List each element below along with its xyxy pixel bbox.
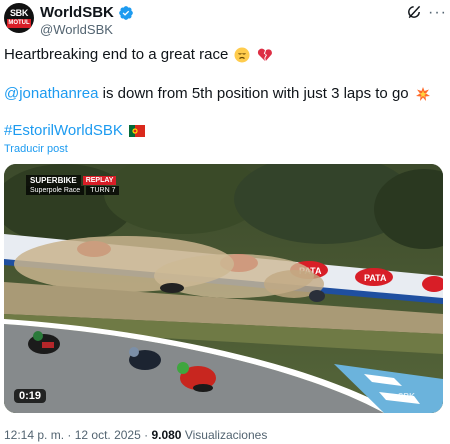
tweet-line-2: @jonathanrea is down from 5th position w… <box>4 85 431 102</box>
avatar[interactable]: SBK MOTUL <box>4 3 34 33</box>
crashed-rider <box>309 290 325 302</box>
tweet-text-2: is down from 5th position with just 3 la… <box>98 85 409 102</box>
more-options-icon[interactable]: ··· <box>428 4 447 22</box>
replay-badge: REPLAY <box>82 176 117 185</box>
video-player[interactable]: PATA PATA <box>4 164 443 413</box>
tweet-metadata: 12:14 p. m. · 12 oct. 2025 · 9.080 Visua… <box>4 428 267 442</box>
avatar-logo-text: SBK <box>9 8 29 18</box>
author-handle[interactable]: @WorldSBK <box>40 22 113 37</box>
broadcast-brand: SUPERBIKE <box>26 175 81 186</box>
collision-emoji <box>415 87 430 102</box>
turn-label: TURN 7 <box>86 186 120 195</box>
hashtag-link[interactable]: #EstorilWorldSBK <box>4 122 123 139</box>
tweet-text-1: Heartbreaking end to a great race <box>4 46 229 63</box>
crashed-bike <box>160 283 184 293</box>
verified-badge-icon <box>119 5 133 20</box>
broken-heart-emoji <box>257 48 272 62</box>
disappointed-face-emoji <box>234 47 250 63</box>
broadcast-subtitle: Superpole Race TURN 7 <box>26 186 120 195</box>
tweet-line-3: #EstorilWorldSBK <box>4 122 146 139</box>
views-label: Visualizaciones <box>181 428 268 442</box>
translate-post-link[interactable]: Traducir post <box>4 143 68 155</box>
display-name[interactable]: WorldSBK <box>40 4 114 21</box>
portugal-flag-emoji <box>129 125 146 138</box>
sponsor-text-2: PATA <box>364 273 387 283</box>
video-thumbnail: PATA PATA <box>4 164 443 413</box>
author-name-row: WorldSBK <box>40 4 134 21</box>
video-watermark: SBK <box>398 392 415 401</box>
grok-icon[interactable] <box>406 4 422 20</box>
broadcast-overlay: SUPERBIKE REPLAY <box>26 175 117 186</box>
avatar-sponsor-text: MOTUL <box>7 19 31 28</box>
tweet-time[interactable]: 12:14 p. m. <box>4 428 64 442</box>
tweet-line-1: Heartbreaking end to a great race <box>4 46 273 63</box>
tweet-date[interactable]: 12 oct. 2025 <box>75 428 141 442</box>
video-duration: 0:19 <box>14 389 47 403</box>
views-count: 9.080 <box>151 428 182 442</box>
meta-separator: · <box>64 428 75 442</box>
mention-link[interactable]: @jonathanrea <box>4 85 98 102</box>
meta-separator-2: · <box>140 428 152 442</box>
session-label: Superpole Race <box>26 186 85 195</box>
